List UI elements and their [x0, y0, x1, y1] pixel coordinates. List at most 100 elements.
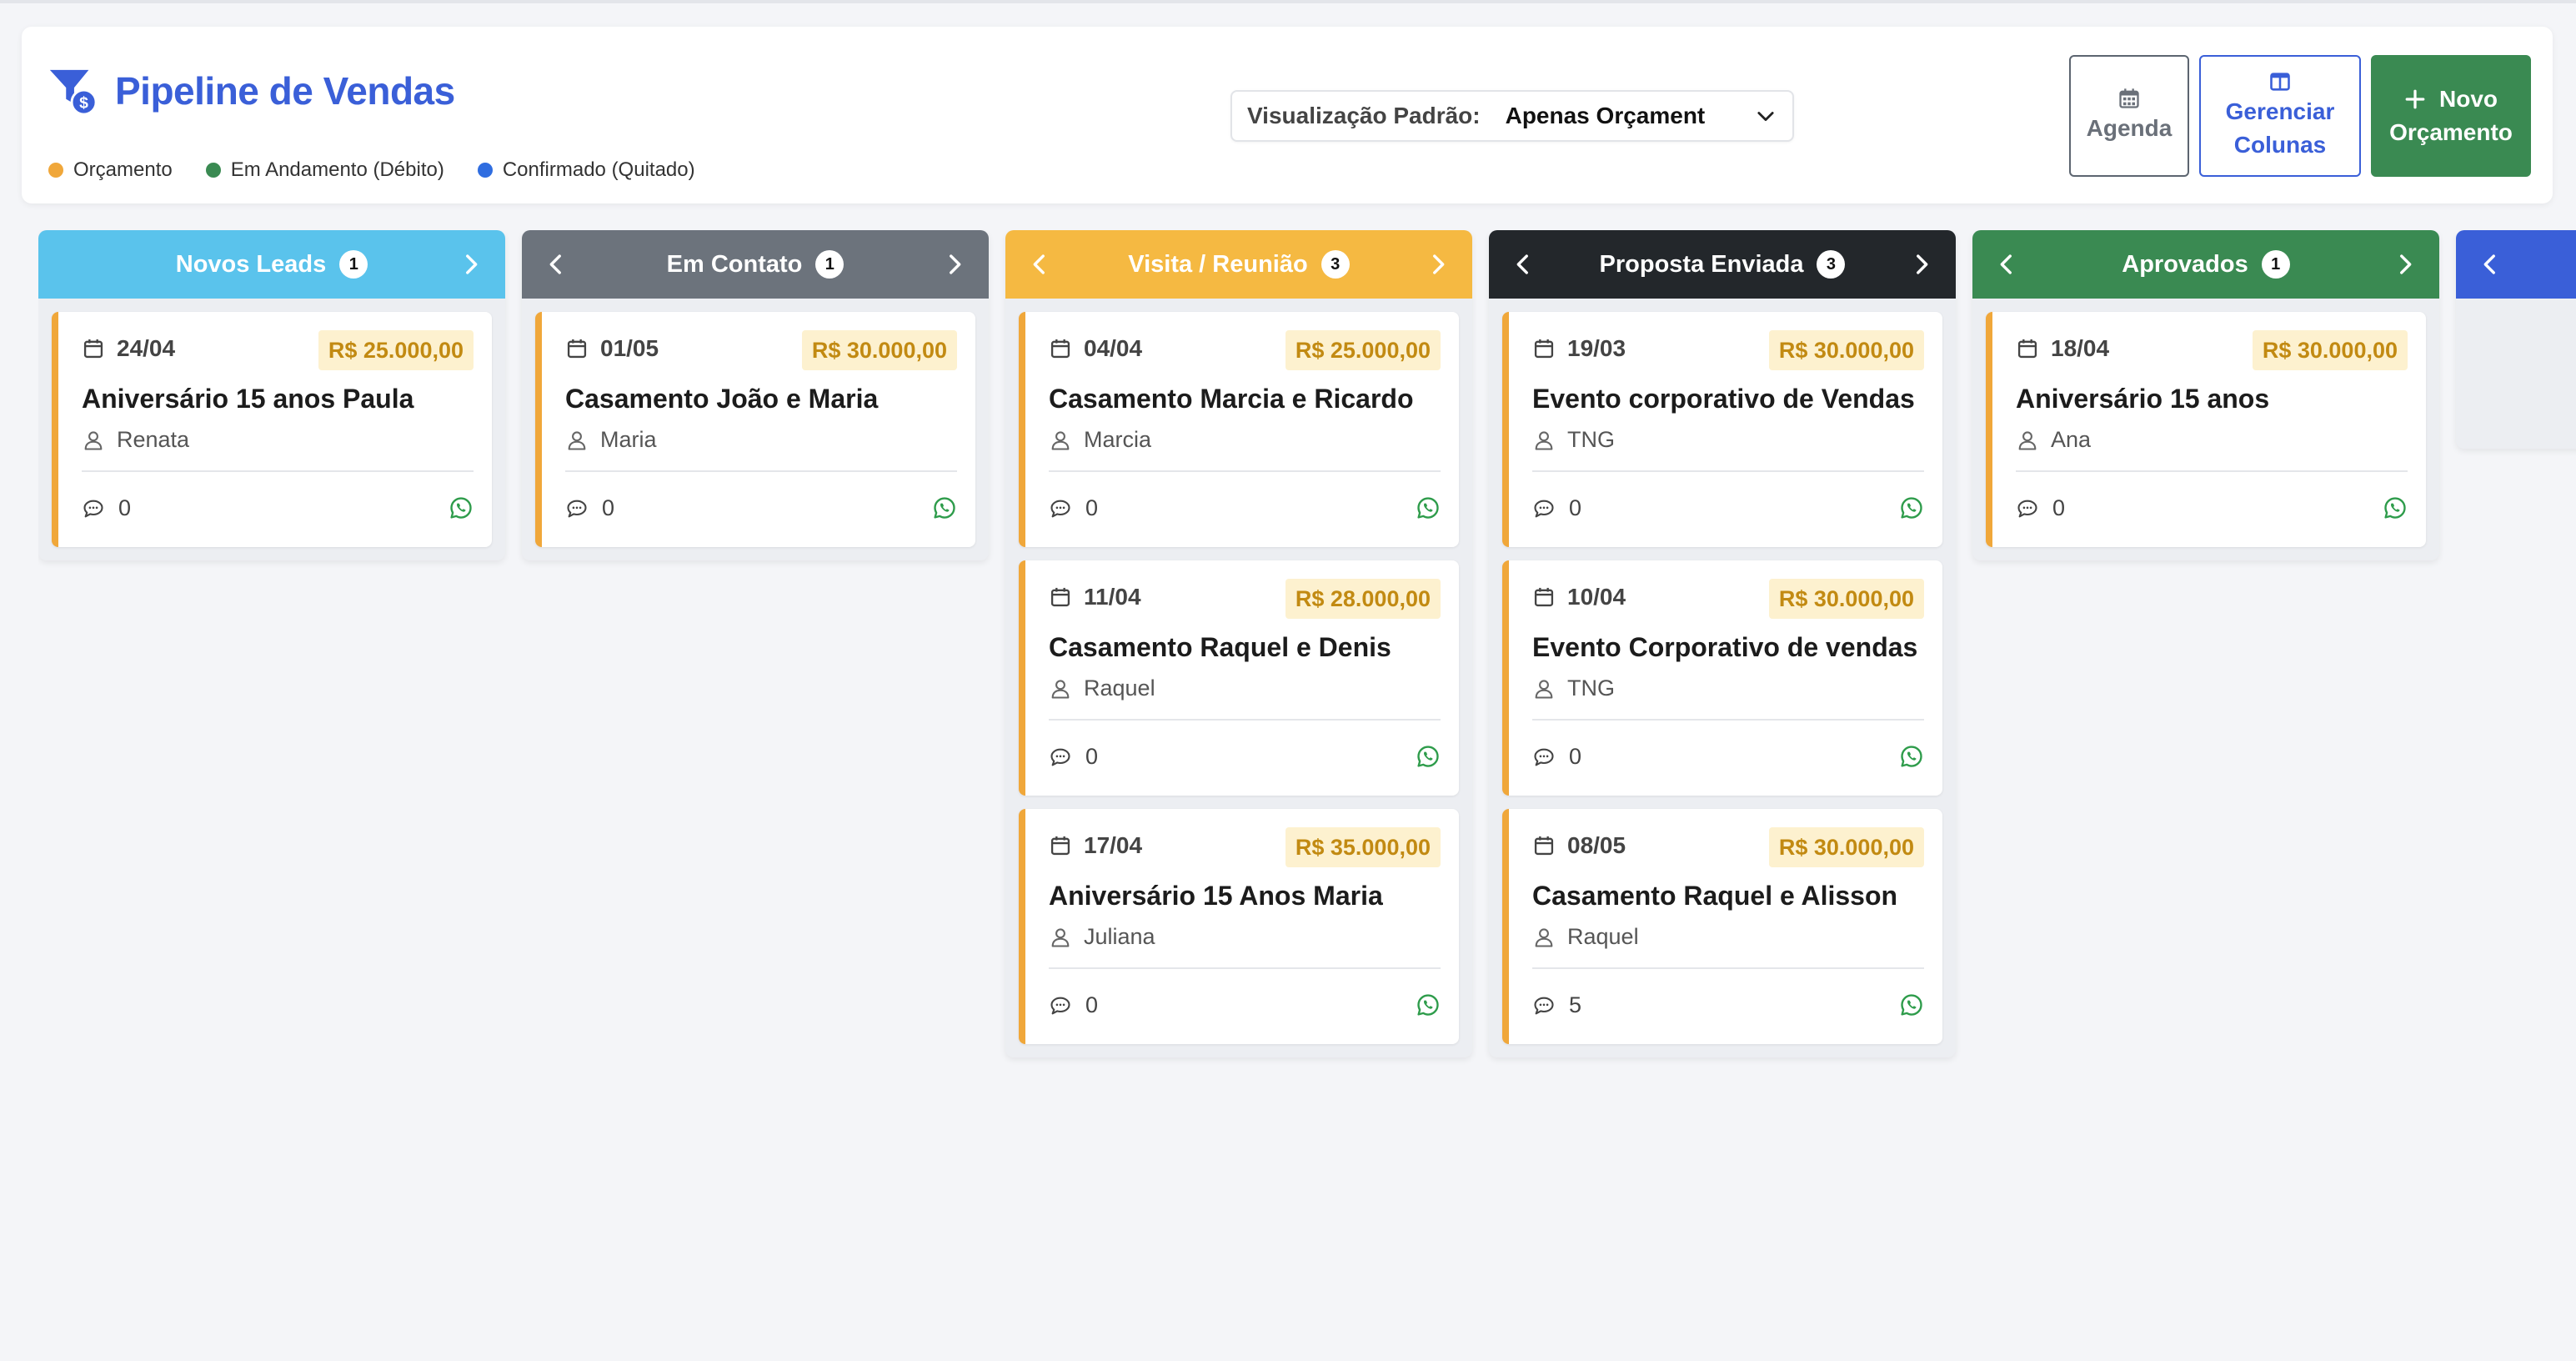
chevron-left-icon[interactable]	[2476, 250, 2504, 279]
chevron-right-icon[interactable]	[2391, 250, 2419, 279]
new-budget-button[interactable]: Novo Orçamento	[2371, 55, 2531, 177]
card-comments-count: 0	[1569, 495, 1582, 520]
budget-card[interactable]: 24/04 R$ 25.000,00 Aniversário 15 anos Pau…	[52, 312, 492, 547]
calendar-icon	[1534, 836, 1554, 856]
card-comments[interactable]: 0	[1532, 744, 1581, 770]
whatsapp-icon[interactable]	[1899, 744, 1924, 769]
whatsapp-icon[interactable]	[1899, 992, 1924, 1017]
chevron-right-icon[interactable]	[1424, 250, 1452, 279]
column-cards: 24/04 R$ 25.000,00 Aniversário 15 anos Pau…	[38, 299, 505, 560]
comment-icon	[1534, 748, 1554, 766]
comment-icon	[1050, 997, 1070, 1014]
chevron-left-icon[interactable]	[1992, 250, 2021, 279]
budget-card[interactable]: 17/04 R$ 35.000,00 Aniversário 15 Anos Mar…	[1019, 809, 1459, 1044]
card-client: Raquel	[1532, 924, 1639, 950]
legend-dot	[205, 163, 221, 178]
card-comments[interactable]: 0	[2016, 495, 2065, 521]
kanban-column	[2456, 230, 2576, 449]
whatsapp-icon[interactable]	[1899, 495, 1924, 520]
budget-card[interactable]: 08/05 R$ 30.000,00 Casamento Raquel e Alis…	[1502, 809, 1942, 1044]
card-comments[interactable]: 5	[1532, 992, 1581, 1018]
legend-dot	[477, 163, 493, 178]
card-client-name: Maria	[600, 427, 657, 452]
card-comments[interactable]: 0	[1532, 495, 1581, 521]
card-title: Aniversário 15 anos	[2016, 384, 2270, 414]
whatsapp-icon[interactable]	[2383, 495, 2408, 520]
card-comments[interactable]: 0	[1049, 744, 1098, 770]
comment-icon	[1534, 997, 1554, 1014]
chevron-down-icon	[1757, 112, 1774, 122]
calendar-icon	[1534, 339, 1554, 359]
title-wrap: $ Pipeline de Vendas	[47, 65, 455, 117]
column-header	[2456, 230, 2576, 299]
card-client-name: TNG	[1567, 675, 1615, 701]
manage-columns-label-1: Gerenciar	[2225, 98, 2335, 124]
card-comments-count: 0	[1085, 992, 1099, 1017]
budget-card[interactable]: 18/04 R$ 30.000,00 Aniversário 15 anos Ana 0	[1986, 312, 2426, 547]
manage-columns-button[interactable]: Gerenciar Colunas	[2199, 55, 2361, 177]
budget-card[interactable]: 10/04 R$ 30.000,00 Evento Corporativo de v…	[1502, 560, 1942, 796]
card-date-text: 17/04	[1084, 832, 1143, 858]
card-client: Renata	[82, 427, 189, 453]
top-border	[0, 0, 2576, 3]
column-header: Aprovados 1	[1972, 230, 2439, 299]
legend-label: Em Andamento (Débito)	[230, 158, 444, 181]
chevron-right-icon[interactable]	[1907, 250, 1936, 279]
chevron-right-icon[interactable]	[457, 250, 485, 279]
whatsapp-icon[interactable]	[449, 495, 474, 520]
columns-icon	[2270, 73, 2290, 91]
card-divider	[82, 470, 474, 472]
card-value-badge: R$ 30.000,00	[2252, 330, 2408, 370]
card-value-badge: R$ 25.000,00	[318, 330, 474, 370]
budget-card[interactable]: 04/04 R$ 25.000,00 Casamento Marcia e Rica…	[1019, 312, 1459, 547]
view-select-value: Apenas Orçament	[1505, 103, 1706, 128]
column-count-badge: 3	[1321, 250, 1350, 279]
card-value-badge: R$ 28.000,00	[1285, 579, 1441, 619]
card-comments[interactable]: 0	[82, 495, 131, 521]
chevron-right-icon[interactable]	[940, 250, 969, 279]
column-title: Em Contato	[666, 250, 803, 278]
card-comments-count: 0	[1085, 495, 1099, 520]
calendar-icon	[83, 339, 103, 359]
legend-label: Confirmado (Quitado)	[502, 158, 695, 181]
column-cards	[2456, 299, 2576, 449]
card-client-name: Raquel	[1567, 924, 1639, 949]
chevron-left-icon[interactable]	[1025, 250, 1054, 279]
card-client-name: Juliana	[1084, 924, 1155, 949]
agenda-button[interactable]: Agenda	[2069, 55, 2189, 177]
card-client: Juliana	[1049, 924, 1155, 950]
whatsapp-icon[interactable]	[1416, 495, 1441, 520]
column-header: Em Contato 1	[522, 230, 989, 299]
column-title: Aprovados	[2122, 250, 2248, 278]
budget-card[interactable]: 19/03 R$ 30.000,00 Evento corporativo de V…	[1502, 312, 1942, 547]
card-divider	[1532, 719, 1924, 721]
whatsapp-icon[interactable]	[1416, 744, 1441, 769]
card-title: Casamento João e Maria	[565, 384, 879, 414]
budget-card[interactable]: 01/05 R$ 30.000,00 Casamento João e Maria M…	[535, 312, 975, 547]
card-client: TNG	[1532, 427, 1615, 453]
whatsapp-icon[interactable]	[1416, 992, 1441, 1017]
chevron-left-icon[interactable]	[1509, 250, 1537, 279]
card-client-name: Ana	[2051, 427, 2092, 452]
legend-item: Confirmado (Quitado)	[477, 158, 695, 182]
card-comments[interactable]: 0	[1049, 495, 1098, 521]
card-comments[interactable]: 0	[565, 495, 614, 521]
column-title: Novos Leads	[175, 250, 327, 278]
card-client-name: TNG	[1567, 427, 1615, 452]
status-legend: Orçamento Em Andamento (Débito) Confirmado…	[48, 158, 729, 182]
card-date-text: 01/05	[600, 335, 659, 361]
kanban-board: Novos Leads 1 24/04 R$ 25.000,00 Aniversário…	[38, 230, 2576, 1348]
whatsapp-icon[interactable]	[932, 495, 957, 520]
column-cards: 18/04 R$ 30.000,00 Aniversário 15 anos Ana 0	[1972, 299, 2439, 560]
card-divider	[1532, 967, 1924, 969]
card-date-text: 24/04	[117, 335, 176, 361]
card-title: Casamento Raquel e Alisson	[1532, 881, 1898, 911]
card-divider	[1532, 470, 1924, 472]
chevron-left-icon[interactable]	[542, 250, 570, 279]
kanban-column: Visita / Reunião 3 04/04 R$ 25.000,00 Casame…	[1005, 230, 1472, 1057]
card-divider	[1049, 967, 1441, 969]
budget-card[interactable]: 11/04 R$ 28.000,00 Casamento Raquel e Deni…	[1019, 560, 1459, 796]
view-select[interactable]: Visualização Padrão: Apenas Orçament	[1230, 90, 1794, 142]
card-comments[interactable]: 0	[1049, 992, 1098, 1018]
card-value-badge: R$ 30.000,00	[1768, 330, 1924, 370]
